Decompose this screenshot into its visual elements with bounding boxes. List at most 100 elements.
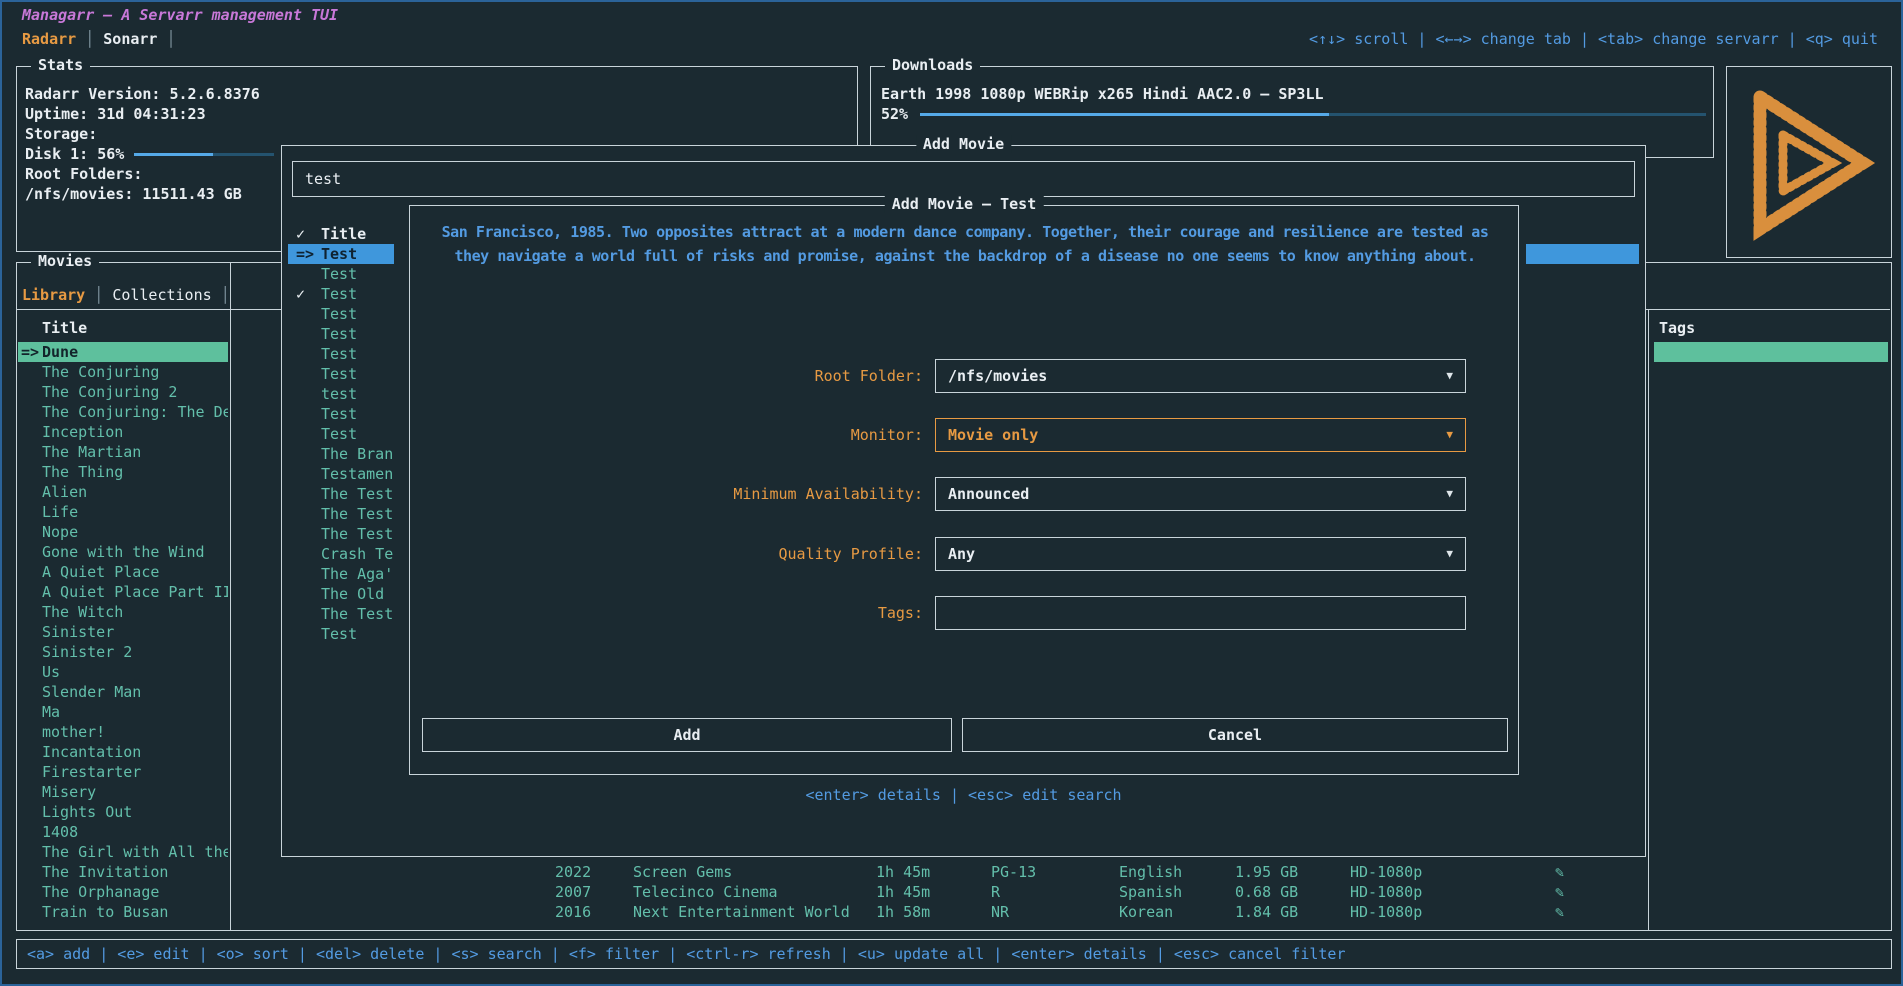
quality-profile-select[interactable]: Any▼ bbox=[935, 537, 1466, 571]
movie-row[interactable]: The Conjuring bbox=[18, 362, 228, 382]
tab-radarr[interactable]: Radarr bbox=[22, 30, 76, 48]
downloads-panel-title: Downloads bbox=[885, 56, 980, 74]
movie-title: Gone with the Wind bbox=[42, 543, 205, 561]
movie-title: Sinister bbox=[42, 623, 114, 641]
search-result-row[interactable]: ✓Test bbox=[288, 284, 394, 304]
minimum-availability-select[interactable]: Announced▼ bbox=[935, 477, 1466, 511]
movie-row[interactable]: Gone with the Wind bbox=[18, 542, 228, 562]
movie-row[interactable]: =>Dune bbox=[18, 342, 228, 362]
movie-row[interactable]: Us bbox=[18, 662, 228, 682]
movie-row[interactable]: The Invitation bbox=[18, 862, 228, 882]
movie-row[interactable]: Misery bbox=[18, 782, 228, 802]
stat-storage-label: Storage: bbox=[25, 124, 274, 144]
search-result-row[interactable]: Test bbox=[288, 404, 394, 424]
tags-input[interactable] bbox=[935, 596, 1466, 630]
movie-row[interactable]: The Thing bbox=[18, 462, 228, 482]
movie-row[interactable]: The Witch bbox=[18, 602, 228, 622]
search-result-row[interactable]: Test bbox=[288, 624, 394, 644]
search-result-row[interactable]: =>Test bbox=[288, 244, 394, 264]
field-value: Any bbox=[948, 538, 975, 570]
movie-search-box bbox=[292, 161, 1635, 197]
field-label: Root Folder: bbox=[410, 366, 923, 386]
movie-row[interactable]: The Conjuring: The De bbox=[18, 402, 228, 422]
search-result-row[interactable]: The Test bbox=[288, 604, 394, 624]
movie-row[interactable]: The Orphanage bbox=[18, 882, 228, 902]
cell-language: English bbox=[1119, 862, 1182, 882]
movie-row[interactable]: Lights Out bbox=[18, 802, 228, 822]
movie-row[interactable]: Life bbox=[18, 502, 228, 522]
bottom-bar: <a> add | <e> edit | <o> sort | <del> de… bbox=[16, 939, 1892, 969]
add-movie-details-modal: Add Movie – Test San Francisco, 1985. Tw… bbox=[409, 205, 1519, 775]
search-result-row[interactable]: The Test bbox=[288, 504, 394, 524]
cell-studio: Screen Gems bbox=[633, 862, 732, 882]
movie-title: Firestarter bbox=[42, 763, 141, 781]
search-result-row[interactable]: Crash Te bbox=[288, 544, 394, 564]
movie-row[interactable]: Firestarter bbox=[18, 762, 228, 782]
cell-language: Korean bbox=[1119, 902, 1173, 922]
movie-row[interactable]: A Quiet Place bbox=[18, 562, 228, 582]
top-keybinding-hints: <↑↓> scroll | <←→> change tab | <tab> ch… bbox=[1309, 29, 1878, 49]
search-result-row[interactable]: The Test bbox=[288, 524, 394, 544]
movie-row[interactable]: Incantation bbox=[18, 742, 228, 762]
movie-row[interactable]: Slender Man bbox=[18, 682, 228, 702]
tab-collections[interactable]: Collections bbox=[112, 286, 211, 304]
movie-row[interactable]: The Martian bbox=[18, 442, 228, 462]
movie-row[interactable]: Nope bbox=[18, 522, 228, 542]
result-title: test bbox=[321, 385, 357, 403]
tab-divider: │ bbox=[221, 286, 230, 304]
result-title: The Test bbox=[321, 525, 393, 543]
tab-sonarr[interactable]: Sonarr bbox=[103, 30, 157, 48]
tab-divider: │ bbox=[85, 30, 103, 48]
movie-row[interactable]: A Quiet Place Part II bbox=[18, 582, 228, 602]
movie-title: Ma bbox=[42, 703, 60, 721]
search-result-row[interactable]: Test bbox=[288, 324, 394, 344]
stat-root-folders-label: Root Folders: bbox=[25, 164, 274, 184]
movie-title: The Conjuring bbox=[42, 363, 159, 381]
movie-row[interactable]: Sinister bbox=[18, 622, 228, 642]
search-result-row[interactable]: The Bran bbox=[288, 444, 394, 464]
disk-gauge bbox=[134, 153, 274, 156]
movie-row[interactable]: The Conjuring 2 bbox=[18, 382, 228, 402]
search-result-row[interactable]: The Old bbox=[288, 584, 394, 604]
search-result-row[interactable]: The Test bbox=[288, 484, 394, 504]
stat-disk: Disk 1: 56% bbox=[25, 144, 274, 164]
movies-tab-bar: Library │ Collections │ bbox=[22, 285, 230, 305]
movie-title: Inception bbox=[42, 423, 123, 441]
root-folder-select[interactable]: /nfs/movies▼ bbox=[935, 359, 1466, 393]
stat-root-folder: /nfs/movies: 11511.43 GB bbox=[25, 184, 274, 204]
search-result-row[interactable]: test bbox=[288, 384, 394, 404]
movie-row[interactable]: mother! bbox=[18, 722, 228, 742]
movie-row[interactable]: Ma bbox=[18, 702, 228, 722]
result-title: Test bbox=[321, 245, 357, 263]
search-result-row[interactable]: The Aga' bbox=[288, 564, 394, 584]
search-result-row[interactable]: Test bbox=[288, 304, 394, 324]
result-title: Test bbox=[321, 305, 357, 323]
tab-library[interactable]: Library bbox=[22, 286, 85, 304]
add-button[interactable]: Add bbox=[422, 718, 952, 752]
movie-row[interactable]: 1408 bbox=[18, 822, 228, 842]
monitor-select[interactable]: Movie only▼ bbox=[935, 418, 1466, 452]
search-result-row[interactable]: Test bbox=[288, 364, 394, 384]
field-label: Monitor: bbox=[410, 425, 923, 445]
in-library-check-icon: ✓ bbox=[296, 224, 318, 244]
popup-keybinding-hints: <enter> details | <esc> edit search bbox=[282, 785, 1645, 805]
managarr-logo bbox=[1735, 83, 1885, 243]
search-result-row[interactable]: Testamen bbox=[288, 464, 394, 484]
movie-title: Misery bbox=[42, 783, 96, 801]
movie-title: 1408 bbox=[42, 823, 78, 841]
search-result-row[interactable]: Test bbox=[288, 424, 394, 444]
search-input[interactable] bbox=[305, 162, 1615, 196]
cancel-button[interactable]: Cancel bbox=[962, 718, 1508, 752]
result-title: The Old bbox=[321, 585, 384, 603]
chevron-down-icon: ▼ bbox=[1446, 369, 1453, 382]
movie-description: San Francisco, 1985. Two opposites attra… bbox=[422, 220, 1508, 268]
movie-row[interactable]: Train to Busan bbox=[18, 902, 228, 922]
search-result-row[interactable]: Test bbox=[288, 344, 394, 364]
movie-row[interactable]: Inception bbox=[18, 422, 228, 442]
movie-row[interactable]: Sinister 2 bbox=[18, 642, 228, 662]
cell-quality: HD-1080p bbox=[1350, 882, 1422, 902]
search-result-row[interactable]: Test bbox=[288, 264, 394, 284]
stats-panel-title: Stats bbox=[31, 56, 90, 74]
movie-row[interactable]: Alien bbox=[18, 482, 228, 502]
movie-row[interactable]: The Girl with All the bbox=[18, 842, 228, 862]
